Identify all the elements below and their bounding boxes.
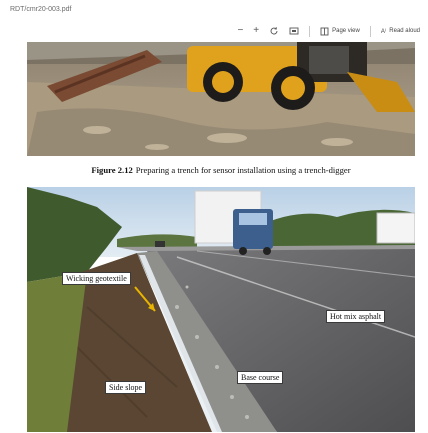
figure-number: Figure 2.12 <box>91 165 133 175</box>
trench-digger-image <box>27 42 415 156</box>
read-aloud-label: Read aloud <box>389 28 420 34</box>
fit-page-icon <box>289 27 299 35</box>
read-aloud-button[interactable]: A⁾ Read aloud <box>381 28 420 35</box>
trench-digger-photo <box>27 42 415 156</box>
label-side-slope: Side slope <box>105 381 147 395</box>
figure-caption: Figure 2.12 Preparing a trench for sensor… <box>27 165 415 175</box>
page-view-icon <box>320 27 329 35</box>
pdf-toolbar: − + Page view A⁾ Read aloud <box>0 20 428 42</box>
toolbar-divider <box>309 25 311 37</box>
page-view-button[interactable]: Page view <box>320 27 360 36</box>
figure-caption-text: Preparing a trench for sensor installati… <box>135 165 351 175</box>
label-base-course: Base course <box>237 371 284 385</box>
document-tab-title[interactable]: RDT/cmr20-003.pdf <box>10 6 71 13</box>
zoom-out-button[interactable]: − <box>237 26 243 36</box>
page-view-label: Page view <box>332 28 360 34</box>
rotate-button[interactable] <box>269 26 279 36</box>
rotate-icon <box>270 27 278 35</box>
label-hot-mix-asphalt: Hot mix asphalt <box>326 310 386 324</box>
read-aloud-icon: A⁾ <box>380 28 387 35</box>
zoom-in-button[interactable]: + <box>253 26 259 36</box>
toolbar-divider <box>369 25 371 37</box>
label-wicking-geotextile: Wicking geotextile <box>62 272 131 286</box>
fit-page-button[interactable] <box>289 26 299 36</box>
